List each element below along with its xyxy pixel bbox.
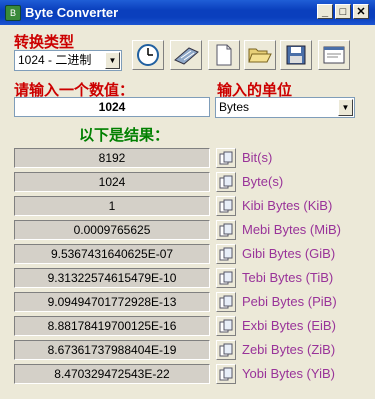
copy-button[interactable] — [216, 148, 236, 168]
copy-icon — [219, 295, 233, 309]
new-document-icon — [216, 44, 232, 66]
app-icon: B — [5, 5, 21, 21]
copy-button[interactable] — [216, 364, 236, 384]
result-value: 8.470329472543E-22 — [14, 364, 210, 384]
copy-icon — [219, 271, 233, 285]
chevron-down-icon[interactable]: ▼ — [338, 99, 353, 116]
copy-button[interactable] — [216, 268, 236, 288]
copy-icon — [219, 151, 233, 165]
save-disk-icon — [286, 45, 306, 65]
open-folder-button[interactable] — [244, 40, 276, 70]
copy-icon — [219, 319, 233, 333]
conversion-type-select[interactable]: 1024 - 二进制 ▼ — [14, 50, 122, 71]
title-bar[interactable]: B Byte Converter _ □ ✕ — [0, 0, 375, 25]
copy-icon — [219, 199, 233, 213]
result-unit-label: Bit(s) — [242, 150, 273, 165]
conversion-type-value: 1024 - 二进制 — [18, 53, 92, 67]
chevron-down-icon[interactable]: ▼ — [105, 52, 120, 69]
copy-button[interactable] — [216, 292, 236, 312]
result-unit-label: Pebi Bytes (PiB) — [242, 294, 337, 309]
result-value: 1 — [14, 196, 210, 216]
copy-button[interactable] — [216, 220, 236, 240]
result-unit-label: Yobi Bytes (YiB) — [242, 366, 335, 381]
result-unit-label: Kibi Bytes (KiB) — [242, 198, 333, 213]
open-folder-icon — [248, 48, 272, 63]
copy-icon — [219, 367, 233, 381]
copy-icon — [219, 343, 233, 357]
close-button[interactable]: ✕ — [353, 4, 369, 19]
copy-button[interactable] — [216, 196, 236, 216]
copy-icon — [219, 223, 233, 237]
about-button[interactable] — [318, 40, 350, 70]
new-document-button[interactable] — [208, 40, 240, 70]
result-unit-label: Tebi Bytes (TiB) — [242, 270, 334, 285]
copy-button[interactable] — [216, 316, 236, 336]
result-value: 8.67361737988404E-19 — [14, 340, 210, 360]
result-value: 9.5367431640625E-07 — [14, 244, 210, 264]
unit-select-value: Bytes — [219, 100, 250, 114]
minimize-button[interactable]: _ — [317, 4, 333, 19]
about-window-icon — [323, 46, 345, 64]
clock-button[interactable] — [132, 40, 164, 70]
save-button[interactable] — [280, 40, 312, 70]
value-input[interactable]: 1024 — [14, 97, 210, 117]
copy-button[interactable] — [216, 244, 236, 264]
result-value: 9.31322574615479E-10 — [14, 268, 210, 288]
maximize-button[interactable]: □ — [335, 4, 351, 19]
result-unit-label: Byte(s) — [242, 174, 284, 189]
results-heading: 以下是结果： — [79, 127, 170, 144]
window-edge — [370, 25, 375, 399]
result-value: 8.88178419700125E-16 — [14, 316, 210, 336]
copy-button[interactable] — [216, 172, 236, 192]
copy-icon — [219, 247, 233, 261]
result-value: 1024 — [14, 172, 210, 192]
clock-icon — [137, 44, 159, 66]
calculator-button[interactable] — [170, 40, 202, 70]
unit-select[interactable]: Bytes ▼ — [215, 97, 355, 118]
result-value: 8192 — [14, 148, 210, 168]
calculator-icon — [174, 47, 199, 65]
copy-icon — [219, 175, 233, 189]
result-value: 9.09494701772928E-13 — [14, 292, 210, 312]
result-unit-label: Exbi Bytes (EiB) — [242, 318, 336, 333]
window-title: Byte Converter — [25, 5, 119, 20]
result-unit-label: Gibi Bytes (GiB) — [242, 246, 336, 261]
result-unit-label: Mebi Bytes (MiB) — [242, 222, 341, 237]
conversion-type-label: 转换类型 — [14, 34, 75, 51]
result-unit-label: Zebi Bytes (ZiB) — [242, 342, 336, 357]
copy-button[interactable] — [216, 340, 236, 360]
result-value: 0.0009765625 — [14, 220, 210, 240]
